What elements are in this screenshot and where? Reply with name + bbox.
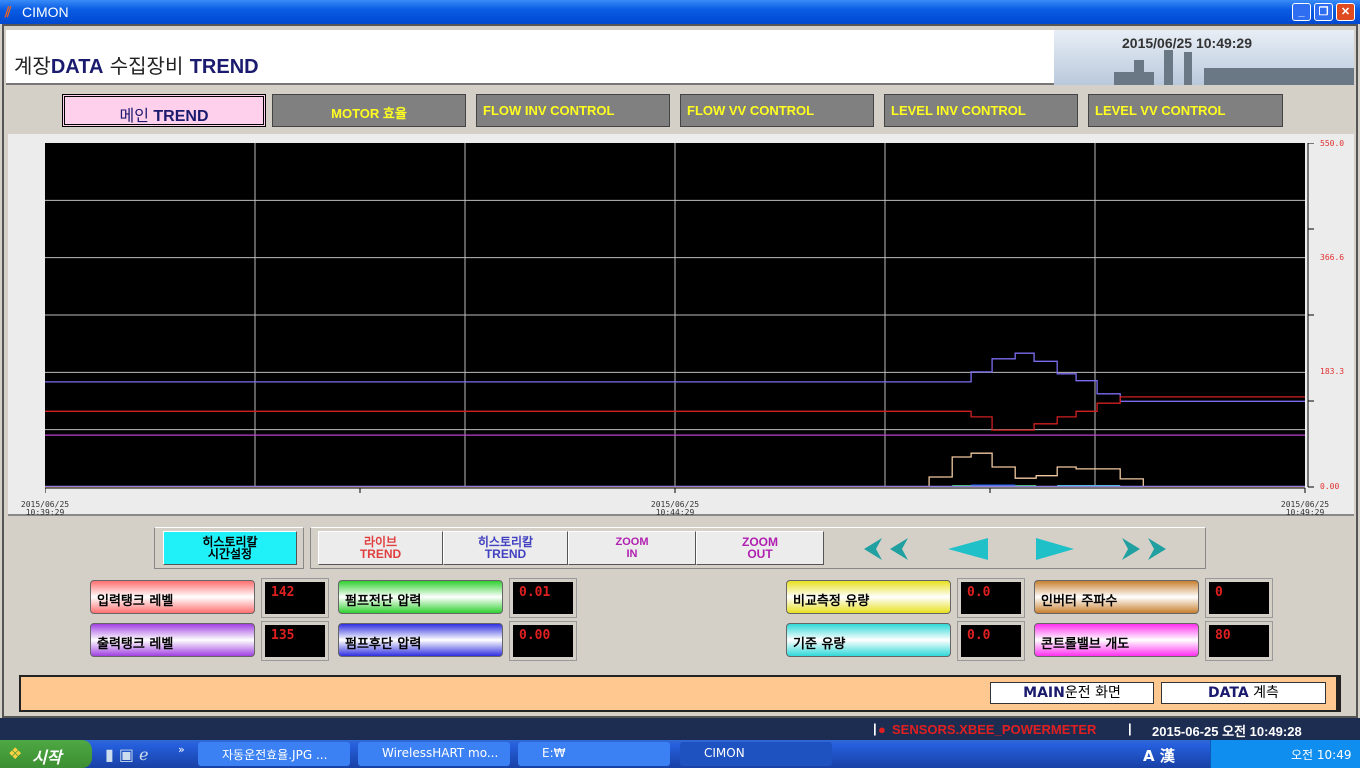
sensor-label: 펌프후단 압력 xyxy=(338,623,503,657)
sensor-value: 0.0 xyxy=(957,621,1025,661)
sensor-label: 입력탱크 레벨 xyxy=(90,580,255,614)
trend-chart[interactable] xyxy=(45,143,1345,503)
separator: | xyxy=(873,721,877,736)
windows-logo-icon: ❖ xyxy=(8,744,23,763)
sensor-value: 80 xyxy=(1205,621,1273,661)
system-tray: 오전 10:49 xyxy=(1210,740,1360,768)
status-bar: | ● SENSORS.XBEE_POWERMETER | 2015-06-25… xyxy=(0,718,1360,740)
step-back-icon[interactable] xyxy=(948,538,988,560)
status-tag: SENSORS.XBEE_POWERMETER xyxy=(892,722,1097,737)
main-operation-screen-button[interactable]: MAIN운전 화면 xyxy=(990,682,1154,704)
x-tick-label: 2015/06/25 10:49:29 xyxy=(1280,500,1330,517)
page-title: 계장DATA 수집장비 TREND xyxy=(14,54,259,78)
taskbar: ❖ 시작 ▮ ▣ ℯ » 자동운전효율.JPG ... WirelessHART … xyxy=(0,740,1360,768)
live-trend-button[interactable]: 라이브 TREND xyxy=(318,531,443,565)
footer-bar: MAIN운전 화면 DATA 계측 xyxy=(19,675,1341,712)
title-bar: ⫽ CIMON _ ❐ ✕ xyxy=(0,0,1360,24)
tab-main-trend[interactable]: 메인 TREND xyxy=(62,94,266,127)
x-tick-label: 2015/06/25 10:39:29 xyxy=(20,500,70,517)
close-button[interactable]: ✕ xyxy=(1336,3,1355,21)
zoom-in-button[interactable]: ZOOM IN xyxy=(568,531,696,565)
task-wirelesshart[interactable]: WirelessHART mo... xyxy=(358,742,510,766)
x-tick-label: 2015/06/25 10:44:29 xyxy=(650,500,700,517)
fast-rewind-icon[interactable] xyxy=(864,538,908,560)
quicklaunch-icons[interactable]: ▮ ▣ ℯ xyxy=(105,745,149,764)
historical-time-setting-button[interactable]: 히스토리칼 시간설정 xyxy=(163,531,297,565)
task-jpg[interactable]: 자동운전효율.JPG ... xyxy=(198,742,350,766)
window-title: CIMON xyxy=(22,4,69,20)
data-measurement-button[interactable]: DATA 계측 xyxy=(1161,682,1326,704)
sensor-label: 콘트롤밸브 개도 xyxy=(1034,623,1199,657)
cimon-icon: ⫽ xyxy=(5,4,12,20)
status-datetime: 2015-06-25 오전 10:49:28 xyxy=(1152,724,1302,739)
y-tick-label: 0.00 xyxy=(1320,482,1340,491)
sensor-value: 0.0 xyxy=(957,578,1025,618)
quicklaunch-more[interactable]: » xyxy=(178,743,185,756)
zoom-out-button[interactable]: ZOOM OUT xyxy=(696,531,824,565)
minimize-button[interactable]: _ xyxy=(1292,3,1311,21)
separator: | xyxy=(1128,721,1132,736)
task-explorer[interactable]: E:₩ xyxy=(518,742,670,766)
y-tick-label: 550.0 xyxy=(1320,139,1345,148)
ime-indicator[interactable]: A 漢 xyxy=(1143,745,1175,766)
sensor-label: 기준 유량 xyxy=(786,623,951,657)
y-tick-label: 366.6 xyxy=(1320,253,1345,262)
y-tick-label: 183.3 xyxy=(1320,367,1345,376)
start-button[interactable]: ❖ 시작 xyxy=(0,740,92,768)
tab-level-inv-control[interactable]: LEVEL INV CONTROL xyxy=(884,94,1078,127)
sensor-value: 142 xyxy=(261,578,329,618)
header: 2015/06/25 10:49:29 계장DATA 수집장비 TREND xyxy=(6,30,1354,85)
tab-motor-efficiency[interactable]: MOTOR 효율 xyxy=(272,94,466,127)
sensor-value: 0.01 xyxy=(509,578,577,618)
sensor-label: 인버터 주파수 xyxy=(1034,580,1199,614)
nav-arrows xyxy=(864,538,1166,560)
sensor-value: 0.00 xyxy=(509,621,577,661)
step-forward-icon[interactable] xyxy=(1036,538,1074,560)
sensor-value: 0 xyxy=(1205,578,1273,618)
tray-clock[interactable]: 오전 10:49 xyxy=(1291,748,1351,762)
sensor-label: 펌프전단 압력 xyxy=(338,580,503,614)
sensor-label: 출력탱크 레벨 xyxy=(90,623,255,657)
sensor-value: 135 xyxy=(261,621,329,661)
tab-flow-inv-control[interactable]: FLOW INV CONTROL xyxy=(476,94,670,127)
task-cimon[interactable]: CIMON xyxy=(680,742,832,766)
tab-flow-vv-control[interactable]: FLOW VV CONTROL xyxy=(680,94,874,127)
alarm-icon: ● xyxy=(878,722,886,737)
sensor-label: 비교측정 유량 xyxy=(786,580,951,614)
tab-level-vv-control[interactable]: LEVEL VV CONTROL xyxy=(1088,94,1283,127)
restore-button[interactable]: ❐ xyxy=(1314,3,1333,21)
historical-trend-button[interactable]: 히스토리칼 TREND xyxy=(443,531,568,565)
header-datetime: 2015/06/25 10:49:29 xyxy=(1122,35,1252,51)
fast-forward-icon[interactable] xyxy=(1122,538,1166,560)
